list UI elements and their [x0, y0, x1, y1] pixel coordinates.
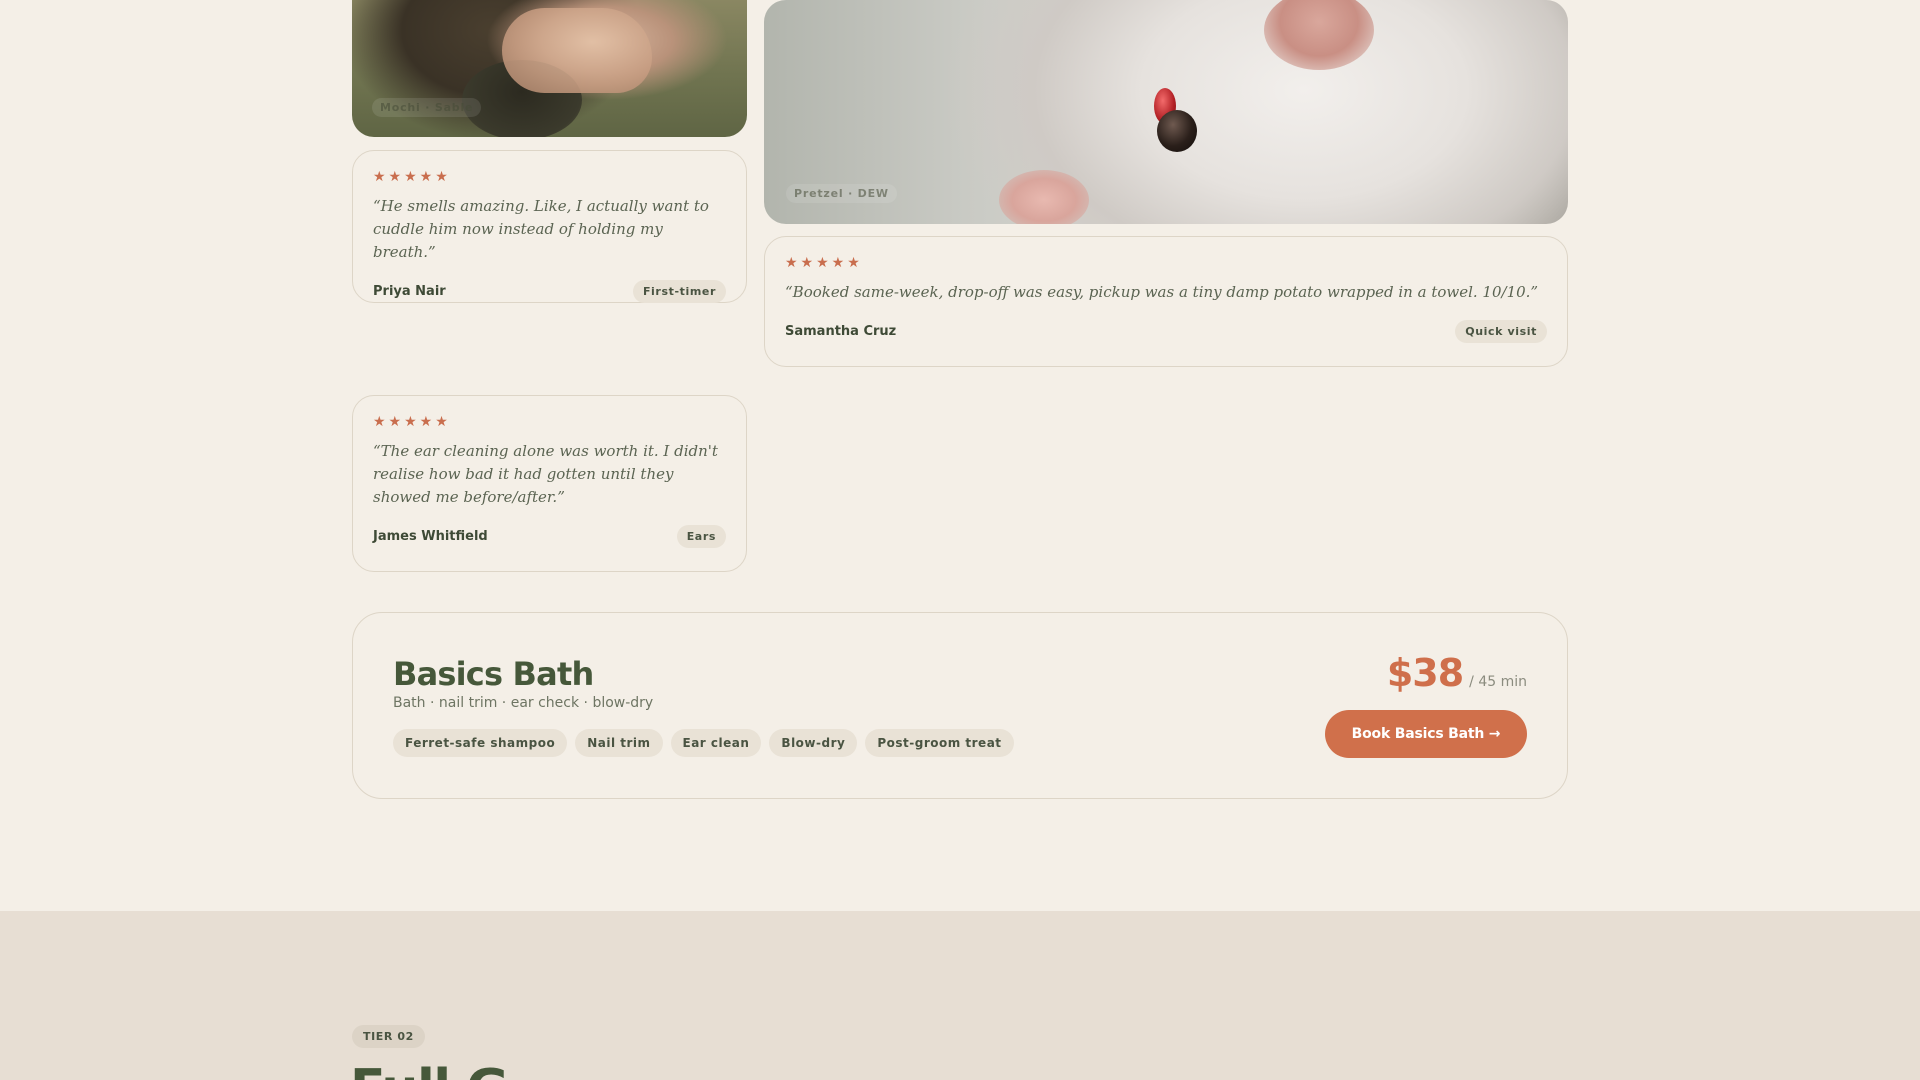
review-tag: First-timer: [632, 280, 726, 303]
ferret-ear: [1264, 0, 1374, 70]
review-card: ★★★★★ “Booked same-week, drop-off was ea…: [764, 236, 1568, 367]
review-quote: “Booked same-week, drop-off was easy, pi…: [785, 283, 1539, 301]
hand: [502, 8, 652, 93]
review-tag: Quick visit: [1455, 320, 1547, 343]
tier-title: Full G: [350, 1059, 509, 1080]
review-quote: “The ear cleaning alone was worth it. I …: [373, 442, 718, 506]
star-rating-icon: ★★★★★: [373, 169, 451, 185]
price-duration: / 45 min: [1469, 674, 1527, 690]
ferret-eye-dark: [1157, 110, 1197, 152]
plan-subtitle: Bath · nail trim · ear check · blow-dry: [393, 695, 654, 711]
star-rating-icon: ★★★★★: [373, 414, 451, 430]
price-amount: $38: [1386, 651, 1464, 695]
photo-caption: Pretzel · DEW: [786, 184, 897, 203]
feature-chip: Post-groom treat: [865, 729, 1014, 757]
plan-feature-list: Ferret-safe shampoo Nail trim Ear clean …: [393, 729, 1014, 757]
ferret-nose: [999, 170, 1089, 224]
plan-card-basics-bath: Basics Bath Bath · nail trim · ear check…: [352, 612, 1568, 799]
feature-chip: Ear clean: [670, 729, 762, 757]
star-rating-icon: ★★★★★: [785, 255, 863, 271]
review-card: ★★★★★ “He smells amazing. Like, I actual…: [352, 150, 747, 303]
photo-pretzel: Pretzel · DEW: [764, 0, 1568, 224]
tier-section: TIER 02 Full G: [0, 911, 1920, 1080]
book-basics-bath-button[interactable]: Book Basics Bath →: [1325, 710, 1527, 758]
review-author: Samantha Cruz: [785, 324, 897, 339]
review-quote: “He smells amazing. Like, I actually wan…: [373, 197, 709, 261]
plan-title: Basics Bath: [393, 655, 594, 693]
feature-chip: Blow-dry: [769, 729, 858, 757]
review-card: ★★★★★ “The ear cleaning alone was worth …: [352, 395, 747, 572]
photo-mochi: Mochi · Sable: [352, 0, 747, 137]
review-author: Priya Nair: [373, 284, 446, 299]
plan-price: $38 / 45 min: [1387, 651, 1527, 695]
review-tag: Ears: [676, 525, 726, 548]
photo-caption: Mochi · Sable: [372, 98, 482, 117]
feature-chip: Nail trim: [575, 729, 663, 757]
tier-badge: TIER 02: [352, 1025, 425, 1048]
review-author: James Whitfield: [373, 529, 488, 544]
feature-chip: Ferret-safe shampoo: [393, 729, 568, 757]
